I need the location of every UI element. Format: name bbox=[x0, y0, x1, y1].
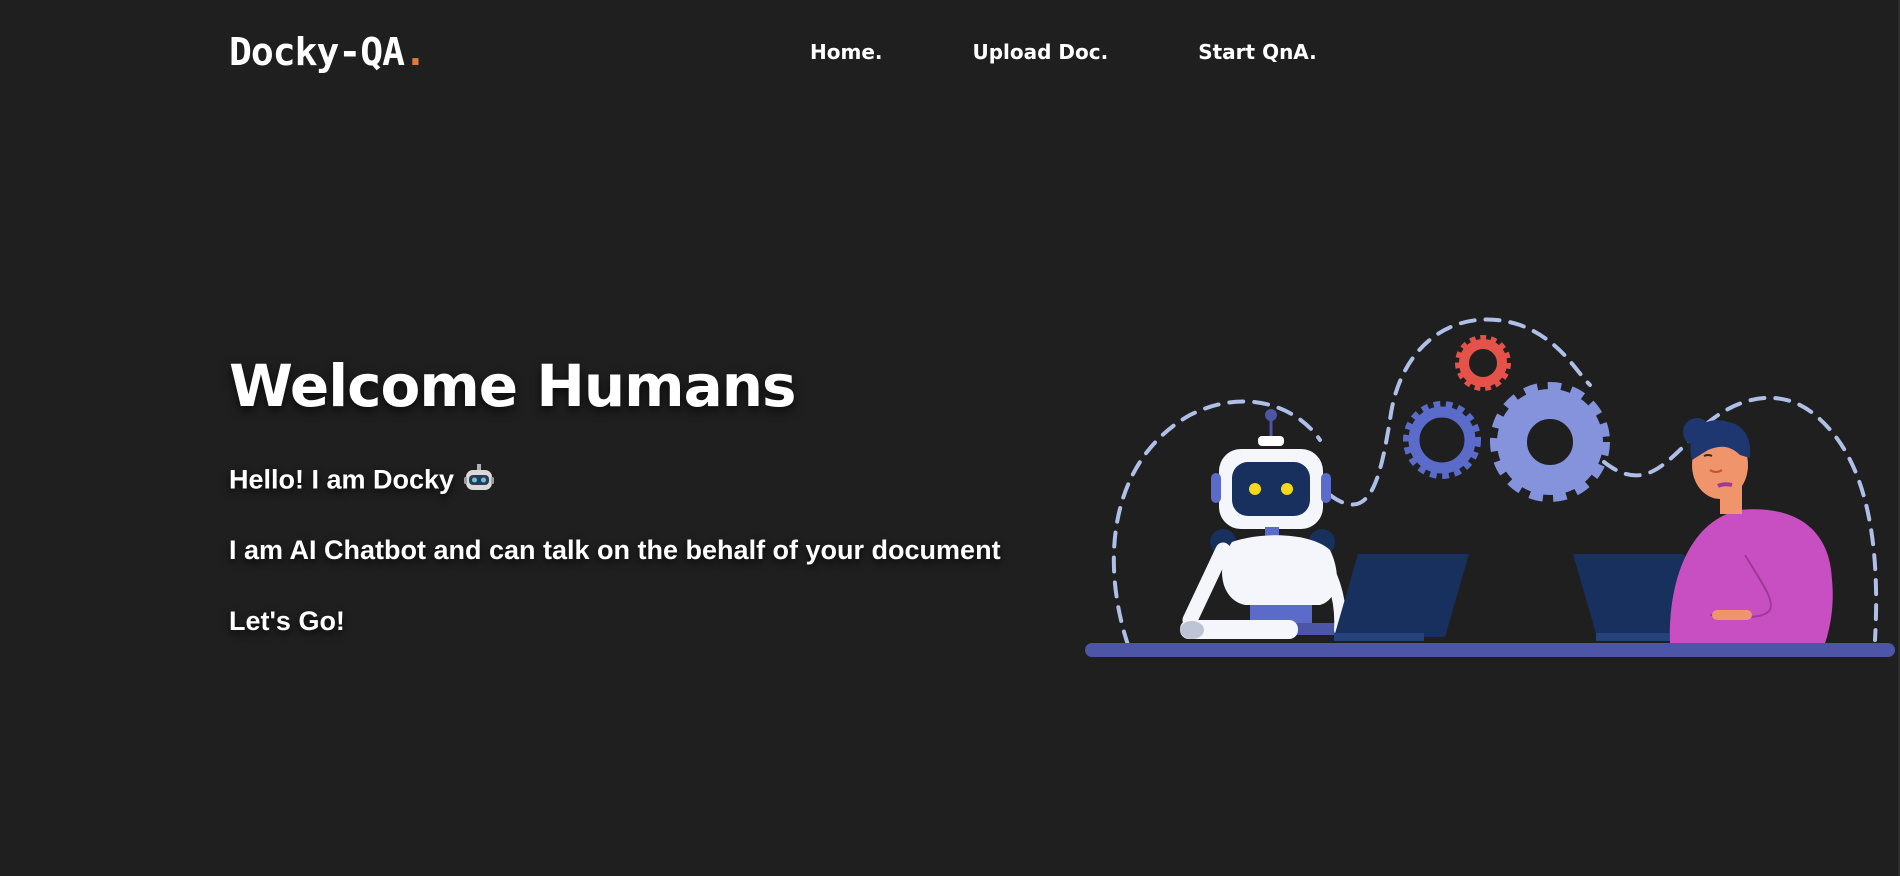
landing-page: Docky-QA. Home. Upload Doc. Start QnA. W… bbox=[0, 0, 1900, 876]
logo[interactable]: Docky-QA. bbox=[229, 30, 427, 74]
blue-gear-icon bbox=[1403, 401, 1481, 479]
hero-greeting: Hello! I am Docky bbox=[229, 464, 495, 499]
main-nav: Home. Upload Doc. Start QnA. bbox=[810, 40, 1317, 64]
person-figure bbox=[1669, 418, 1833, 643]
hero-description: I am AI Chatbot and can talk on the beha… bbox=[229, 535, 1001, 565]
hero-greeting-text: Hello! I am Docky bbox=[229, 464, 455, 495]
nav-upload-doc-link[interactable]: Upload Doc. bbox=[972, 40, 1108, 64]
hero-cta[interactable]: Let's Go! bbox=[229, 606, 345, 637]
red-gear-icon bbox=[1455, 335, 1511, 391]
desk bbox=[1085, 643, 1895, 657]
nav-start-qna-link[interactable]: Start QnA. bbox=[1198, 40, 1317, 64]
logo-text: Docky-QA bbox=[229, 30, 405, 74]
robot-face-icon bbox=[464, 464, 495, 499]
robot-laptop-icon bbox=[1334, 554, 1469, 641]
nav-home-link[interactable]: Home. bbox=[810, 40, 882, 64]
robot-figure bbox=[1180, 409, 1370, 639]
robot-human-illustration bbox=[1085, 317, 1895, 657]
large-gear-icon bbox=[1490, 382, 1610, 502]
logo-dot: . bbox=[404, 30, 427, 74]
hero-title: Welcome Humans bbox=[229, 352, 797, 420]
